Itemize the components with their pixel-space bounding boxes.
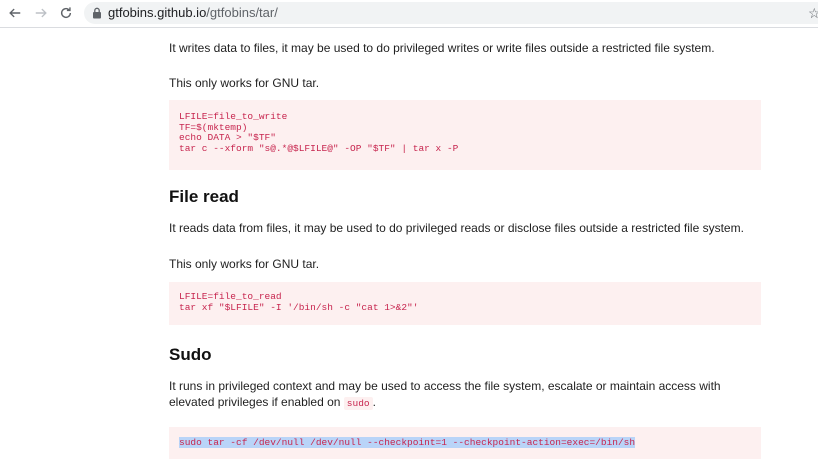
- file-read-description: It reads data from files, it may be used…: [169, 221, 744, 235]
- bookmark-star-icon[interactable]: ☆: [808, 4, 818, 22]
- sudo-inline-code: sudo: [343, 397, 373, 410]
- sudo-description: It runs in privileged context and may be…: [169, 378, 761, 412]
- file-write-code-block: LFILE=file_to_write TF=$(mktemp) echo DA…: [169, 100, 761, 170]
- sudo-description-line2: elevated privileges if enabled on: [169, 395, 341, 409]
- address-bar[interactable]: gtfobins.github.io/gtfobins/tar/: [84, 2, 818, 24]
- file-read-heading: File read: [169, 187, 239, 206]
- file-write-code: LFILE=file_to_write TF=$(mktemp) echo DA…: [179, 111, 459, 154]
- file-read-code-block: LFILE=file_to_read tar xf "$LFILE" -I '/…: [169, 282, 761, 325]
- lock-icon[interactable]: [92, 7, 102, 19]
- file-write-description: It writes data to files, it may be used …: [169, 41, 715, 55]
- browser-toolbar: gtfobins.github.io/gtfobins/tar/ ☆: [0, 0, 818, 28]
- url-text[interactable]: gtfobins.github.io/gtfobins/tar/: [108, 6, 278, 20]
- file-read-note: This only works for GNU tar.: [169, 257, 320, 271]
- file-read-code: LFILE=file_to_read tar xf "$LFILE" -I '/…: [179, 291, 419, 313]
- sudo-code-block: sudo tar -cf /dev/null /dev/null --check…: [169, 427, 761, 459]
- sudo-description-line1: It runs in privileged context and may be…: [169, 379, 721, 393]
- forward-arrow-icon[interactable]: [32, 4, 50, 22]
- back-arrow-icon[interactable]: [6, 4, 24, 22]
- reload-icon[interactable]: [57, 4, 75, 22]
- sudo-code[interactable]: sudo tar -cf /dev/null /dev/null --check…: [179, 437, 636, 448]
- sudo-heading: Sudo: [169, 345, 212, 364]
- file-write-note: This only works for GNU tar.: [169, 76, 320, 90]
- sudo-description-suffix: .: [372, 395, 376, 409]
- url-path: /gtfobins/tar/: [206, 5, 278, 20]
- url-host: gtfobins.github.io: [108, 5, 207, 20]
